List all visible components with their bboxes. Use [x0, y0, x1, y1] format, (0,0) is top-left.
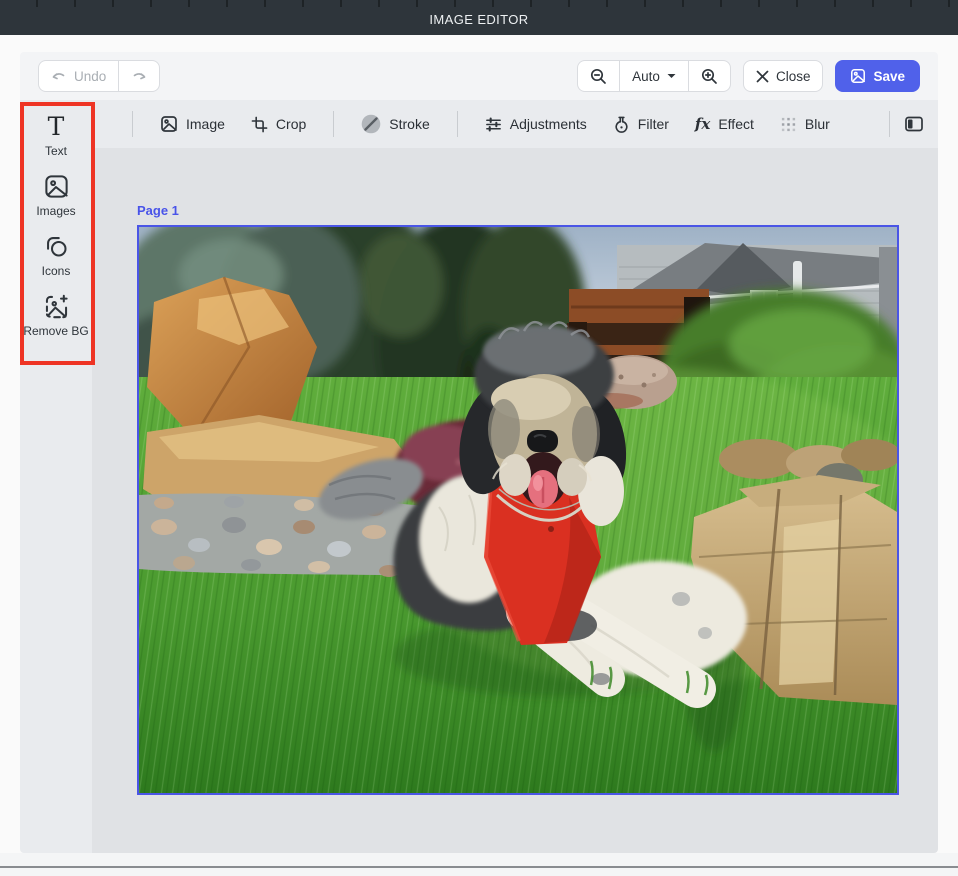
tab-label: Blur [805, 116, 830, 132]
tab-stroke[interactable]: Stroke [348, 114, 442, 134]
tab-label: Effect [718, 116, 754, 132]
tabbar-end [875, 111, 924, 137]
close-button[interactable]: Close [743, 60, 824, 92]
editor-main: T Text Images Icons Remove BG [20, 100, 938, 853]
titlebar: IMAGE EDITOR [0, 0, 958, 35]
tab-adjustments[interactable]: Adjustments [472, 116, 600, 133]
toggle-panel-icon[interactable] [904, 114, 924, 134]
zoom-in-button[interactable] [688, 60, 731, 92]
tab-effect[interactable]: fx Effect [682, 115, 767, 133]
editor-content: Image Crop Stroke Adjustments [92, 100, 938, 853]
tab-label: Image [186, 116, 225, 132]
zoom-out-button[interactable] [577, 60, 619, 92]
sidebar-item-label: Images [36, 204, 75, 218]
history-group: Undo [38, 60, 160, 92]
tab-filter[interactable]: Filter [600, 116, 682, 133]
page-label[interactable]: Page 1 [137, 203, 899, 218]
image-icon [850, 68, 866, 84]
divider [333, 111, 334, 137]
sidebar-item-images[interactable]: Images [23, 173, 89, 218]
sidebar-item-label: Remove BG [23, 324, 88, 338]
zoom-in-icon [701, 68, 718, 85]
sidebar-item-remove-bg[interactable]: Remove BG [23, 293, 89, 338]
sidebar-item-icons[interactable]: Icons [23, 233, 89, 278]
icons-tool-icon [43, 233, 70, 260]
divider [132, 111, 133, 137]
canvas-area[interactable]: Page 1 [92, 148, 938, 853]
zoom-group: Auto [577, 60, 731, 92]
artboard-wrap: Page 1 [137, 203, 899, 795]
tab-blur[interactable]: Blur [767, 116, 843, 133]
sidebar-item-text[interactable]: T Text [23, 114, 89, 158]
chevron-down-icon [667, 73, 676, 79]
save-label: Save [873, 69, 905, 84]
effect-fx-icon: fx [695, 115, 710, 133]
text-tool-icon: T [48, 114, 65, 140]
window-bottom-strip [0, 853, 958, 876]
zoom-out-icon [590, 68, 607, 85]
sidebar-item-label: Text [45, 144, 67, 158]
tool-sidebar: T Text Images Icons Remove BG [20, 100, 92, 853]
filter-flask-icon [613, 116, 630, 133]
tab-label: Filter [638, 116, 669, 132]
tab-label: Stroke [389, 116, 429, 132]
top-toolbar: Undo Auto Close [20, 52, 938, 100]
tab-label: Adjustments [510, 116, 587, 132]
stroke-none-icon [361, 114, 381, 134]
window-bottom-border [0, 866, 958, 868]
crop-icon [251, 116, 268, 133]
close-label: Close [776, 69, 811, 84]
undo-button[interactable]: Undo [38, 60, 118, 92]
redo-icon [131, 68, 147, 84]
top-right-controls: Auto Close Save [577, 60, 920, 92]
zoom-level-value: Auto [632, 69, 660, 84]
divider [889, 111, 890, 137]
tab-crop[interactable]: Crop [238, 116, 319, 133]
blur-icon [780, 116, 797, 133]
adjustments-icon [485, 116, 502, 133]
sidebar-item-label: Icons [42, 264, 71, 278]
divider [457, 111, 458, 137]
zoom-level-select[interactable]: Auto [619, 60, 688, 92]
edit-tabbar: Image Crop Stroke Adjustments [92, 100, 938, 148]
images-icon [43, 173, 70, 200]
tab-image[interactable]: Image [147, 115, 238, 133]
save-button[interactable]: Save [835, 60, 920, 92]
window-title: IMAGE EDITOR [429, 12, 528, 27]
artboard-image[interactable] [137, 225, 899, 795]
tab-label: Crop [276, 116, 306, 132]
close-icon [756, 70, 769, 83]
redo-button[interactable] [118, 60, 160, 92]
undo-icon [51, 68, 67, 84]
dog-photo [139, 227, 897, 793]
image-editor: Undo Auto Close [20, 52, 938, 853]
image-icon [160, 115, 178, 133]
remove-bg-icon [43, 293, 70, 320]
undo-label: Undo [74, 69, 106, 84]
